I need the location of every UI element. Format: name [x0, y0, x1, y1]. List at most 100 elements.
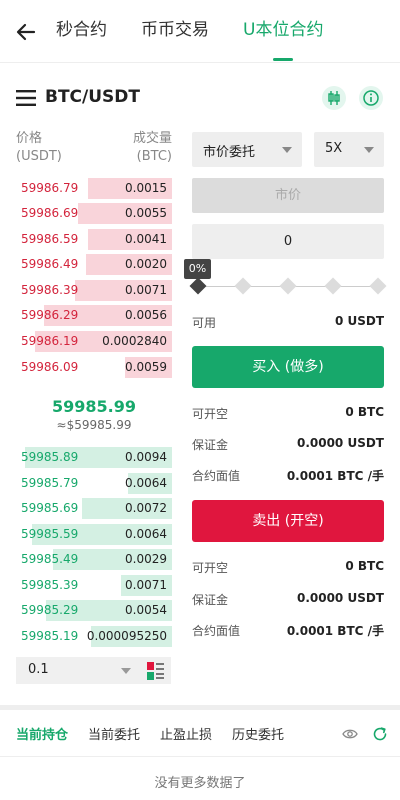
- ask-price: 59986.09: [21, 360, 79, 374]
- chevron-down-icon: [121, 668, 131, 674]
- bid-row[interactable]: 59985.59 0.0064: [16, 524, 172, 545]
- ask-price: 59986.29: [21, 308, 79, 322]
- refresh-icon[interactable]: [372, 726, 388, 742]
- depth-precision-select[interactable]: 0.1: [16, 657, 171, 684]
- bid-row[interactable]: 59985.69 0.0072: [16, 498, 172, 519]
- sell-short-button[interactable]: 卖出 (开空): [192, 500, 384, 542]
- ask-row[interactable]: 59986.39 0.0071: [16, 280, 172, 301]
- info-value: 0 BTC: [345, 559, 384, 573]
- ask-price: 59986.49: [21, 257, 79, 271]
- bid-qty: 0.0071: [125, 578, 167, 592]
- bid-qty: 0.0054: [125, 603, 167, 617]
- tab-current-orders[interactable]: 当前委托: [88, 724, 140, 743]
- ask-row[interactable]: 59986.79 0.0015: [16, 178, 172, 199]
- tab-second-contract[interactable]: 秒合约: [56, 18, 107, 42]
- bid-price: 59985.49: [21, 552, 79, 566]
- available-row: 可用 0 USDT: [192, 314, 384, 330]
- empty-state-text: 没有更多数据了: [154, 776, 246, 791]
- info-label: 合约面值: [192, 624, 241, 638]
- ask-qty: 0.0002840: [102, 334, 167, 348]
- info-label: 保证金: [192, 593, 229, 607]
- ask-price: 59986.69: [21, 206, 79, 220]
- menu-icon[interactable]: [16, 90, 36, 106]
- divider: [0, 62, 400, 63]
- bid-row[interactable]: 59985.49 0.0029: [16, 549, 172, 570]
- bid-qty: 0.0064: [125, 476, 167, 490]
- symbol-pair[interactable]: BTC/USDT: [45, 87, 140, 107]
- ask-qty: 0.0041: [125, 232, 167, 246]
- bid-price: 59985.79: [21, 476, 79, 490]
- chevron-down-icon: [364, 147, 374, 153]
- back-arrow-icon[interactable]: [14, 20, 38, 44]
- ask-price: 59986.79: [21, 181, 79, 195]
- ask-qty: 0.0020: [125, 257, 167, 271]
- tab-usdt-futures[interactable]: U本位合约: [243, 18, 323, 61]
- bid-price: 59985.69: [21, 501, 79, 515]
- bid-row[interactable]: 59985.79 0.0064: [16, 473, 172, 494]
- available-value: 0 USDT: [334, 314, 384, 328]
- bid-price: 59985.29: [21, 603, 79, 617]
- info-row: 可开空 0 BTC: [192, 405, 384, 421]
- ask-row[interactable]: 59986.09 0.0059: [16, 357, 172, 378]
- bid-row[interactable]: 59985.89 0.0094: [16, 447, 172, 468]
- ask-price: 59986.39: [21, 283, 79, 297]
- info-label: 可开空: [192, 407, 229, 421]
- slider-stop-0[interactable]: [189, 277, 207, 295]
- tab-spot-trading[interactable]: 币币交易: [141, 18, 209, 42]
- eye-icon[interactable]: [342, 727, 358, 741]
- info-icon: [363, 90, 379, 106]
- info-label: 可开空: [192, 561, 229, 575]
- order-type-value: 市价委托: [203, 145, 256, 160]
- bid-price: 59985.39: [21, 578, 79, 592]
- amount-input[interactable]: 0: [192, 224, 384, 259]
- ask-row[interactable]: 59986.69 0.0055: [16, 203, 172, 224]
- last-price: 59985.99: [51, 397, 136, 416]
- tab-current-positions[interactable]: 当前持仓: [16, 724, 68, 743]
- bid-price: 59985.89: [21, 450, 79, 464]
- buy-long-button[interactable]: 买入 (做多): [192, 346, 384, 388]
- leverage-value: 5X: [325, 141, 343, 156]
- ask-price: 59986.19: [21, 334, 79, 348]
- leverage-select[interactable]: 5X: [314, 132, 384, 167]
- bid-price: 59985.59: [21, 527, 79, 541]
- info-row: 可开空 0 BTC: [192, 559, 384, 575]
- tab-order-history[interactable]: 历史委托: [232, 724, 284, 743]
- ask-row[interactable]: 59986.19 0.0002840: [16, 331, 172, 352]
- candlestick-chart-button[interactable]: [322, 86, 346, 110]
- volume-unit: (BTC): [136, 149, 172, 164]
- candlestick-icon: [328, 91, 340, 105]
- order-type-select[interactable]: 市价委托: [192, 132, 302, 167]
- slider-stop-50[interactable]: [279, 277, 297, 295]
- info-value: 0 BTC: [345, 405, 384, 419]
- section-divider: [0, 705, 400, 710]
- slider-stop-25[interactable]: [234, 277, 252, 295]
- info-button[interactable]: [359, 86, 383, 110]
- orderbook-mode-icon[interactable]: [147, 662, 165, 680]
- info-row: 合约面值 0.0001 BTC /手: [192, 467, 384, 483]
- ask-qty: 0.0059: [125, 360, 167, 374]
- ask-row[interactable]: 59986.49 0.0020: [16, 254, 172, 275]
- info-label: 保证金: [192, 438, 229, 452]
- depth-precision-value: 0.1: [28, 662, 49, 677]
- ask-qty: 0.0071: [125, 283, 167, 297]
- slider-stop-100[interactable]: [369, 277, 387, 295]
- price-unit: (USDT): [16, 149, 62, 164]
- bid-row[interactable]: 59985.19 0.000095250: [16, 626, 172, 647]
- available-label: 可用: [192, 316, 217, 330]
- ask-qty: 0.0055: [125, 206, 167, 220]
- info-row: 保证金 0.0000 USDT: [192, 436, 384, 452]
- info-value: 0.0001 BTC /手: [286, 624, 384, 638]
- top-nav: 秒合约 币币交易 U本位合约: [0, 0, 400, 62]
- tab-tp-sl[interactable]: 止盈止损: [160, 724, 212, 743]
- bid-price: 59985.19: [21, 629, 79, 643]
- symbol-bar: BTC/USDT: [0, 78, 400, 118]
- ask-row[interactable]: 59986.29 0.0056: [16, 305, 172, 326]
- bid-row[interactable]: 59985.29 0.0054: [16, 600, 172, 621]
- ask-qty: 0.0015: [125, 181, 167, 195]
- ask-row[interactable]: 59986.59 0.0041: [16, 229, 172, 250]
- divider: [0, 756, 400, 757]
- chevron-down-icon: [282, 147, 292, 153]
- bid-row[interactable]: 59985.39 0.0071: [16, 575, 172, 596]
- price-input: 市价: [192, 178, 384, 213]
- slider-stop-75[interactable]: [324, 277, 342, 295]
